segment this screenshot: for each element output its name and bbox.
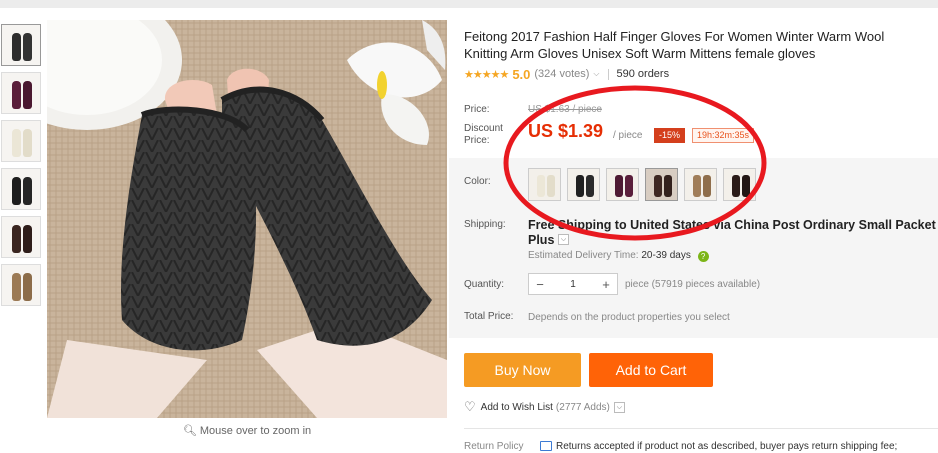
magnifier-icon: 🔍︎ bbox=[182, 425, 197, 437]
product-title: Feitong 2017 Fashion Half Finger Gloves … bbox=[464, 29, 885, 61]
countdown-timer: 19h:32m:35s bbox=[692, 128, 755, 143]
thumbnail-white[interactable] bbox=[1, 120, 41, 162]
total-price-value: Depends on the product properties you se… bbox=[528, 312, 730, 323]
swatch-coffee[interactable] bbox=[645, 168, 678, 201]
swatch-purple[interactable] bbox=[606, 168, 639, 201]
thumbnail-coffee[interactable] bbox=[1, 216, 41, 258]
heart-icon[interactable]: ♡ bbox=[464, 399, 476, 415]
wish-list-link[interactable]: Add to Wish List bbox=[481, 402, 553, 413]
shipping-label: Shipping: bbox=[464, 219, 506, 230]
quantity-decrease-button[interactable]: − bbox=[529, 277, 551, 292]
gloves-photo bbox=[47, 20, 447, 418]
swatch-black[interactable] bbox=[567, 168, 600, 201]
zoom-hint: 🔍︎ Mouse over to zoom in bbox=[47, 424, 447, 437]
estimated-delivery-days: 20-39 days bbox=[641, 250, 691, 261]
swatch-white[interactable] bbox=[528, 168, 561, 201]
zoom-hint-text: Mouse over to zoom in bbox=[199, 425, 312, 437]
wish-list: ♡ Add to Wish List (2777 Adds) ⌵ bbox=[464, 399, 625, 415]
wish-list-count: (2777 Adds) bbox=[555, 401, 610, 413]
rating-row: ★★★★★ 5.0 (324 votes) ⌵ 590 orders bbox=[464, 66, 669, 82]
chevron-down-icon[interactable]: ⌵ bbox=[593, 69, 599, 79]
rating-votes[interactable]: (324 votes) bbox=[534, 68, 589, 80]
wish-list-dropdown-icon[interactable]: ⌵ bbox=[613, 401, 625, 413]
quantity-stepper: − 1 + bbox=[528, 273, 618, 295]
discount-label-line2: Price: bbox=[464, 135, 490, 146]
total-price-label: Total Price: bbox=[464, 311, 514, 322]
buy-now-button[interactable]: Buy Now bbox=[464, 353, 581, 387]
discount-label-line1: Discount bbox=[464, 123, 503, 134]
discount-price: US $1.39 bbox=[528, 121, 604, 141]
return-policy-text: Returns accepted if product not as descr… bbox=[556, 441, 898, 452]
color-swatches bbox=[528, 168, 756, 201]
color-label: Color: bbox=[464, 176, 491, 187]
product-page: 🔍︎ Mouse over to zoom in Feitong 2017 Fa… bbox=[0, 0, 938, 453]
price-label: Price: bbox=[464, 104, 490, 115]
swatch-dark-brown[interactable] bbox=[723, 168, 756, 201]
estimated-delivery: Estimated Delivery Time: 20-39 days ? bbox=[528, 250, 709, 262]
original-price: US $1.63 / piece bbox=[528, 104, 602, 115]
discount-badge: -15% bbox=[654, 128, 685, 143]
quantity-input[interactable]: 1 bbox=[551, 279, 595, 290]
quantity-label: Quantity: bbox=[464, 279, 505, 290]
return-policy-icon bbox=[540, 441, 552, 451]
thumbnail-black[interactable] bbox=[1, 24, 41, 66]
shipping-method: Free Shipping to United States via China… bbox=[528, 218, 936, 232]
shipping-dropdown-icon[interactable]: ⌵ bbox=[558, 234, 569, 245]
per-piece-unit: / piece bbox=[613, 130, 643, 141]
estimated-delivery-label: Estimated Delivery Time: bbox=[528, 250, 639, 261]
rating-value: 5.0 bbox=[512, 66, 531, 82]
section-divider bbox=[464, 428, 938, 429]
orders-count: 590 orders bbox=[616, 68, 670, 80]
add-to-cart-button[interactable]: Add to Cart bbox=[589, 353, 713, 387]
divider bbox=[607, 68, 609, 80]
star-rating-icon: ★★★★★ bbox=[464, 68, 509, 81]
thumbnail-purple[interactable] bbox=[1, 72, 41, 114]
return-policy-label: Return Policy bbox=[464, 441, 524, 452]
thumbnail-list bbox=[1, 24, 41, 312]
quantity-available: piece (57919 pieces available) bbox=[625, 279, 761, 290]
top-strip bbox=[0, 0, 938, 8]
swatch-camel[interactable] bbox=[684, 168, 717, 201]
main-product-image[interactable] bbox=[47, 20, 447, 418]
thumbnail-black-2[interactable] bbox=[1, 168, 41, 210]
shipping-plus: Plus bbox=[528, 233, 555, 247]
quantity-increase-button[interactable]: + bbox=[595, 277, 617, 292]
thumbnail-camel[interactable] bbox=[1, 264, 41, 306]
help-icon[interactable]: ? bbox=[697, 251, 709, 262]
